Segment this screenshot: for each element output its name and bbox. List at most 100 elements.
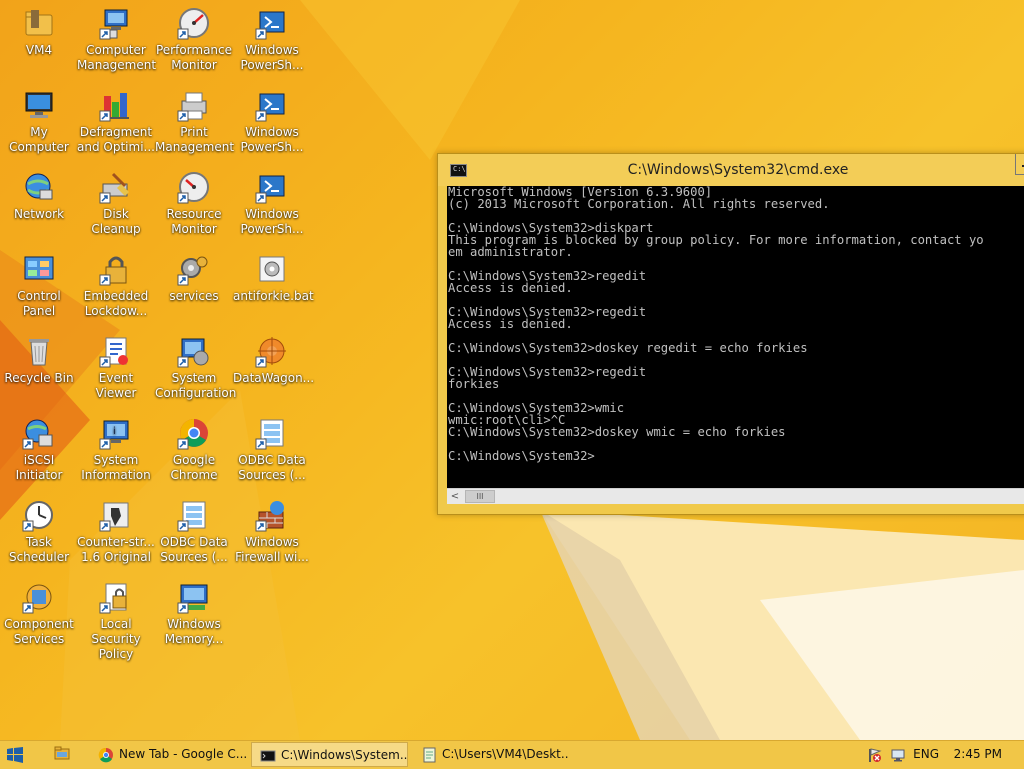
desktop-icon[interactable]: Resource Monitor (155, 164, 233, 237)
desktop-icon-label: VM4 (25, 43, 53, 57)
cmd-icon (260, 750, 276, 762)
folder-icon (25, 10, 53, 36)
notepad-icon (423, 747, 436, 763)
desktop-icon-label: Resource Monitor (166, 207, 222, 236)
desktop-icon-label: Google Chrome (170, 453, 218, 482)
desktop-icon-label: Task Scheduler (8, 535, 70, 564)
taskbar-button[interactable]: New Tab - Google C... (90, 742, 246, 767)
desktop-icon[interactable]: Local Security Policy (77, 574, 155, 662)
firewall-icon (255, 501, 284, 532)
desktop-icon[interactable]: Task Scheduler (0, 492, 78, 565)
desktop-icon[interactable]: Windows Firewall wi... (233, 492, 311, 565)
desktop-icon-label: Disk Cleanup (91, 207, 141, 236)
scroll-thumb[interactable]: III (465, 490, 495, 503)
desktop-icon-label: Computer Management (77, 43, 157, 72)
iscsi-initiator-icon (22, 419, 53, 450)
desktop-icon[interactable]: Embedded Lockdow... (77, 246, 155, 319)
desktop-icon[interactable]: i System Information (77, 410, 155, 483)
desktop-icon[interactable]: Windows PowerSh... (233, 164, 311, 237)
minimize-button[interactable] (1015, 154, 1024, 175)
desktop-icon-label: ODBC Data Sources (... (160, 535, 228, 564)
taskbar-button[interactable]: C:\Users\VM4\Deskt... (413, 742, 569, 767)
system-information-icon: i (99, 420, 129, 450)
desktop-icon[interactable]: Defragment and Optimi... (77, 82, 155, 155)
desktop-icon[interactable]: Disk Cleanup (77, 164, 155, 237)
counter-strike-icon (99, 502, 129, 532)
desktop-icon-label: Defragment and Optimi... (77, 125, 155, 154)
desktop-icon[interactable]: antiforkie.bat (233, 246, 314, 304)
desktop-icon[interactable]: System Configuration (155, 328, 237, 401)
desktop-icon[interactable]: iSCSI Initiator (0, 410, 78, 483)
desktop-icon-label: Windows Firewall wi... (235, 535, 309, 564)
taskbar-button[interactable]: C:\Windows\System... (251, 742, 408, 767)
system-configuration-icon (177, 338, 209, 368)
desktop-icon[interactable]: Windows Memory... (155, 574, 233, 647)
desktop-icon[interactable]: VM4 (0, 0, 78, 58)
input-language[interactable]: ENG (913, 747, 939, 761)
desktop-icon-label: My Computer (9, 125, 69, 154)
action-center-flag-icon[interactable] (866, 747, 882, 763)
taskbar: New Tab - Google C... C:\Windows\System..… (0, 740, 1024, 769)
desktop-icon-label: Component Services (4, 617, 74, 646)
desktop-icon[interactable]: Counter-str... 1.6 Original (77, 492, 155, 565)
desktop-icon[interactable]: Windows PowerSh... (233, 0, 311, 73)
desktop-icon[interactable]: DataWagon... (233, 328, 315, 386)
taskbar-button-label: New Tab - Google C... (119, 747, 246, 761)
taskbar-button-label: C:\Windows\System... (281, 748, 408, 762)
file-explorer-button[interactable] (48, 744, 78, 769)
desktop-icon[interactable]: services (155, 246, 233, 304)
desktop-icon[interactable]: Recycle Bin (0, 328, 78, 386)
desktop-icon-label: Windows Memory... (164, 617, 224, 646)
computer-management-icon (99, 9, 128, 40)
desktop-icon[interactable]: My Computer (0, 82, 78, 155)
desktop-icon[interactable]: Print Management (155, 82, 235, 155)
performance-monitor-icon (177, 8, 209, 40)
desktop-icon-label: Windows PowerSh... (240, 207, 304, 236)
memory-diagnostic-icon (177, 584, 208, 614)
component-services-icon (22, 584, 52, 614)
desktop-icon[interactable]: Component Services (0, 574, 78, 647)
chrome-icon (177, 419, 208, 450)
desktop-icon-label: Counter-str... 1.6 Original (77, 535, 155, 564)
horizontal-scrollbar[interactable]: < III (447, 488, 1024, 504)
desktop-icon[interactable]: ODBC Data Sources (... (155, 492, 233, 565)
clock[interactable]: 2:45 PM (954, 747, 1002, 761)
defragment-icon (99, 93, 129, 122)
control-panel-icon (24, 256, 54, 280)
desktop-icon[interactable]: Performance Monitor (155, 0, 233, 73)
desktop-icon-label: ODBC Data Sources (... (238, 453, 306, 482)
desktop-icon[interactable]: ODBC Data Sources (... (233, 410, 311, 483)
odbc-icon (255, 419, 284, 450)
odbc-icon (177, 501, 206, 532)
chrome-icon (98, 747, 113, 763)
my-computer-icon (25, 92, 53, 118)
scroll-left-arrow-icon[interactable]: < (447, 489, 463, 504)
powershell-icon (255, 93, 285, 122)
desktop-icon-label: Performance Monitor (155, 43, 233, 72)
desktop-icon[interactable]: Control Panel (0, 246, 78, 319)
desktop-icon[interactable]: Computer Management (77, 0, 157, 73)
desktop-icon-label: System Information (81, 453, 151, 482)
powershell-icon (255, 175, 285, 204)
powershell-icon (255, 11, 285, 40)
datawagon-icon (255, 337, 286, 368)
desktop-icon[interactable]: Event Viewer (77, 328, 155, 401)
network-tray-icon[interactable] (890, 747, 906, 763)
desktop-icon-label: Print Management (155, 125, 235, 154)
local-security-policy-icon (99, 583, 127, 614)
start-button[interactable] (6, 746, 24, 764)
desktop-icon-label: DataWagon... (233, 371, 315, 385)
cmd-window[interactable]: C:\ C:\Windows\System32\cmd.exe Microsof… (437, 153, 1024, 515)
desktop-icon[interactable]: Network (0, 164, 78, 222)
desktop-icon-label: System Configuration (155, 371, 237, 400)
desktop-icon[interactable]: Google Chrome (155, 410, 233, 483)
windows-logo-icon (7, 747, 23, 763)
desktop-icon-label: Recycle Bin (4, 371, 74, 385)
desktop-icon-label: Network (13, 207, 65, 221)
cmd-titlebar[interactable]: C:\ C:\Windows\System32\cmd.exe (438, 154, 1024, 186)
desktop-icon-grid: VM4 Computer Management Performance Monito… (0, 0, 320, 740)
taskbar-button-label: C:\Users\VM4\Deskt... (442, 747, 569, 761)
cmd-title: C:\Windows\System32\cmd.exe (627, 162, 849, 178)
cmd-console[interactable]: Microsoft Windows [Version 6.3.9600] (c)… (447, 186, 1024, 488)
desktop-icon[interactable]: Windows PowerSh... (233, 82, 311, 155)
